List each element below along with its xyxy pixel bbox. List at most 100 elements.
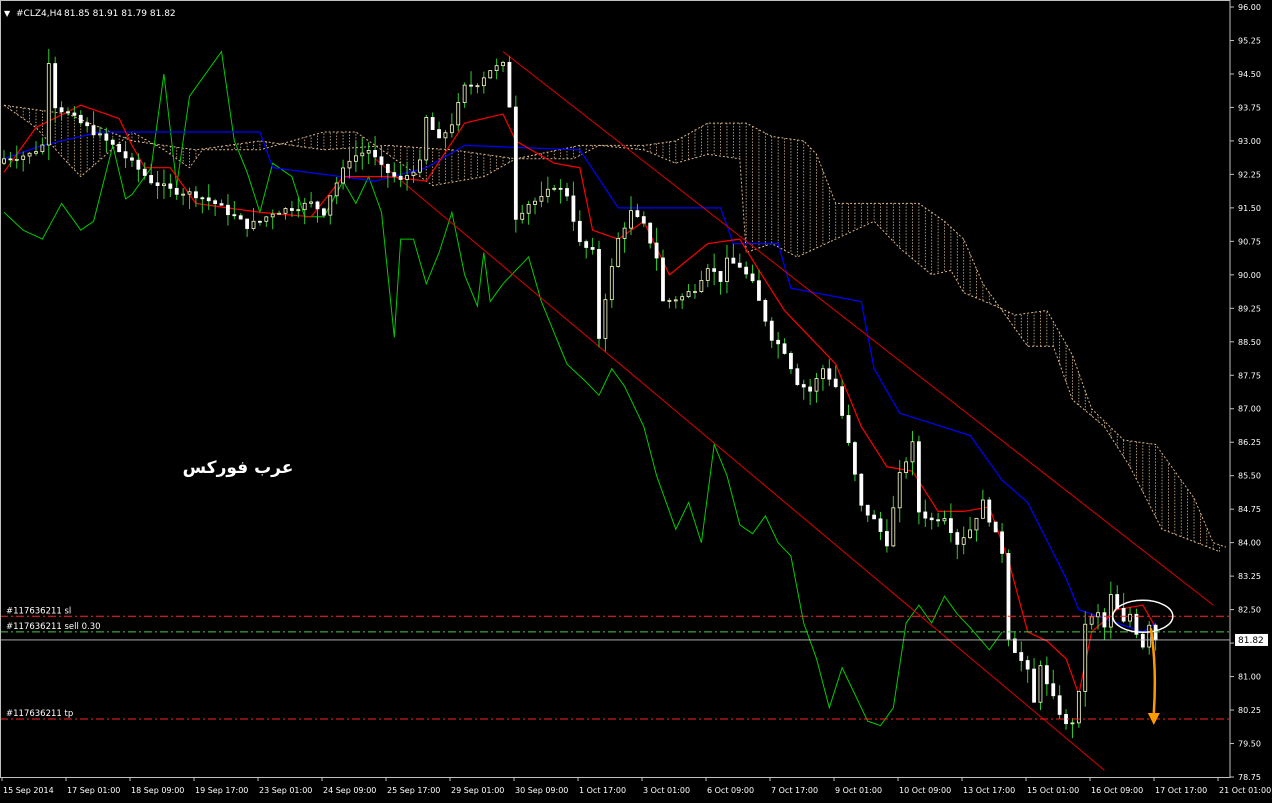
candle-body-137 xyxy=(878,518,883,532)
candle-body-50 xyxy=(321,208,326,216)
candle-body-150 xyxy=(961,537,966,545)
candle-body-168 xyxy=(1076,691,1081,724)
candle-body-158 xyxy=(1012,638,1017,653)
candle-body-144 xyxy=(923,511,928,519)
candle-body-178 xyxy=(1140,633,1145,648)
candle-body-74 xyxy=(475,85,480,88)
candle-body-25 xyxy=(162,183,166,187)
candle-body-106 xyxy=(680,296,685,301)
candle-body-66 xyxy=(424,117,429,161)
candle-body-172 xyxy=(1102,612,1107,628)
candle-body-94 xyxy=(603,299,608,339)
current-price-label: 81.82 xyxy=(1238,636,1264,646)
candle-body-16 xyxy=(104,133,109,141)
candle-body-103 xyxy=(661,257,665,302)
candle-body-121 xyxy=(776,339,781,345)
y-tick-label: 93.75 xyxy=(1238,103,1261,112)
candle-body-72 xyxy=(462,84,467,103)
candle-body-167 xyxy=(1070,722,1075,725)
candle-body-36 xyxy=(232,214,237,217)
candle-body-152 xyxy=(974,517,979,531)
candle-body-87 xyxy=(558,187,563,190)
y-tick-label: 79.50 xyxy=(1238,740,1261,749)
x-tick-label: 17 Sep 01:00 xyxy=(67,786,120,795)
y-tick-label: 80.25 xyxy=(1238,706,1261,715)
candle-body-62 xyxy=(398,175,403,180)
candle-body-20 xyxy=(130,157,134,161)
candle-body-81 xyxy=(520,212,525,220)
candle-body-142 xyxy=(910,441,915,463)
x-tick-label: 9 Oct 01:00 xyxy=(835,786,882,795)
candle-body-149 xyxy=(955,532,960,545)
candle-body-161 xyxy=(1032,668,1036,703)
candle-body-9 xyxy=(59,107,64,113)
candle-body-148 xyxy=(948,518,953,533)
x-tick-label: 16 Oct 09:00 xyxy=(1091,786,1143,795)
candle-body-141 xyxy=(904,461,909,473)
candle-body-170 xyxy=(1089,616,1094,625)
candle-body-145 xyxy=(929,517,934,521)
candle-body-64 xyxy=(411,171,416,176)
candle-body-40 xyxy=(258,220,262,223)
candle-body-132 xyxy=(846,415,851,443)
candle-body-28 xyxy=(181,193,186,196)
candle-body-76 xyxy=(488,70,493,79)
sl-label[interactable]: #117636211 sl xyxy=(6,606,71,616)
candle-body-38 xyxy=(245,218,250,229)
candle-body-22 xyxy=(142,168,147,176)
candle-body-175 xyxy=(1121,607,1126,622)
y-tick-label: 82.50 xyxy=(1238,606,1261,615)
candle-body-83 xyxy=(533,200,537,205)
y-tick-label: 93.00 xyxy=(1238,137,1261,146)
y-tick-label: 90.75 xyxy=(1238,237,1261,246)
candle-body-136 xyxy=(872,514,877,520)
candle-body-77 xyxy=(494,65,499,72)
y-tick-label: 84.75 xyxy=(1238,505,1261,514)
candle-body-23 xyxy=(149,175,154,184)
candle-body-19 xyxy=(123,151,128,159)
candle-body-164 xyxy=(1051,683,1056,697)
candle-body-34 xyxy=(219,203,224,206)
price-chart[interactable]: 96.00 95.25 94.50 93.75 93.00 92.25 91.50 90.75… xyxy=(0,0,1272,799)
candle-body-163 xyxy=(1044,665,1049,685)
symbol-timeframe: #CLZ4,H4 xyxy=(16,9,62,19)
x-tick-label: 25 Sep 17:00 xyxy=(387,786,440,795)
x-tick-label: 29 Sep 01:00 xyxy=(451,786,504,795)
candle-body-95 xyxy=(609,266,614,301)
candle-body-92 xyxy=(590,247,595,250)
chart-window[interactable]: 96.00 95.25 94.50 93.75 93.00 92.25 91.50 90.75… xyxy=(0,0,1272,799)
candle-body-6 xyxy=(40,144,45,153)
candle-body-125 xyxy=(801,384,806,388)
candle-body-37 xyxy=(238,215,243,220)
tp-label[interactable]: #117636211 tp xyxy=(6,709,73,719)
sell-label[interactable]: #117636211 sell 0.30 xyxy=(6,622,101,632)
candle-body-108 xyxy=(693,291,697,293)
y-tick-label: 87.75 xyxy=(1238,371,1261,380)
candle-body-85 xyxy=(545,188,550,197)
header-arrow-icon[interactable]: ▼ xyxy=(4,9,11,18)
candle-body-26 xyxy=(168,183,173,189)
x-tick-label: 30 Sep 09:00 xyxy=(515,786,568,795)
x-tick-label: 24 Sep 09:00 xyxy=(323,786,376,795)
candle-body-117 xyxy=(750,273,755,282)
candle-body-42 xyxy=(270,213,275,218)
candle-body-102 xyxy=(654,242,659,259)
candle-body-140 xyxy=(897,472,902,509)
y-tick-label: 91.50 xyxy=(1238,204,1261,213)
candle-body-3 xyxy=(21,155,26,160)
candle-body-169 xyxy=(1083,623,1088,692)
candle-body-143 xyxy=(917,441,921,513)
candle-body-65 xyxy=(417,159,422,173)
x-tick-label: 6 Oct 09:00 xyxy=(707,786,754,795)
candle-body-111 xyxy=(712,268,717,272)
candle-body-7 xyxy=(46,63,51,146)
candle-body-134 xyxy=(859,473,864,506)
y-tick-label: 92.25 xyxy=(1238,170,1261,179)
candle-body-31 xyxy=(200,197,205,200)
candle-body-17 xyxy=(110,139,115,145)
candle-body-12 xyxy=(78,114,83,124)
candle-body-48 xyxy=(309,201,313,204)
candle-body-165 xyxy=(1057,695,1062,715)
candle-body-93 xyxy=(597,249,601,339)
candle-body-123 xyxy=(789,353,793,370)
